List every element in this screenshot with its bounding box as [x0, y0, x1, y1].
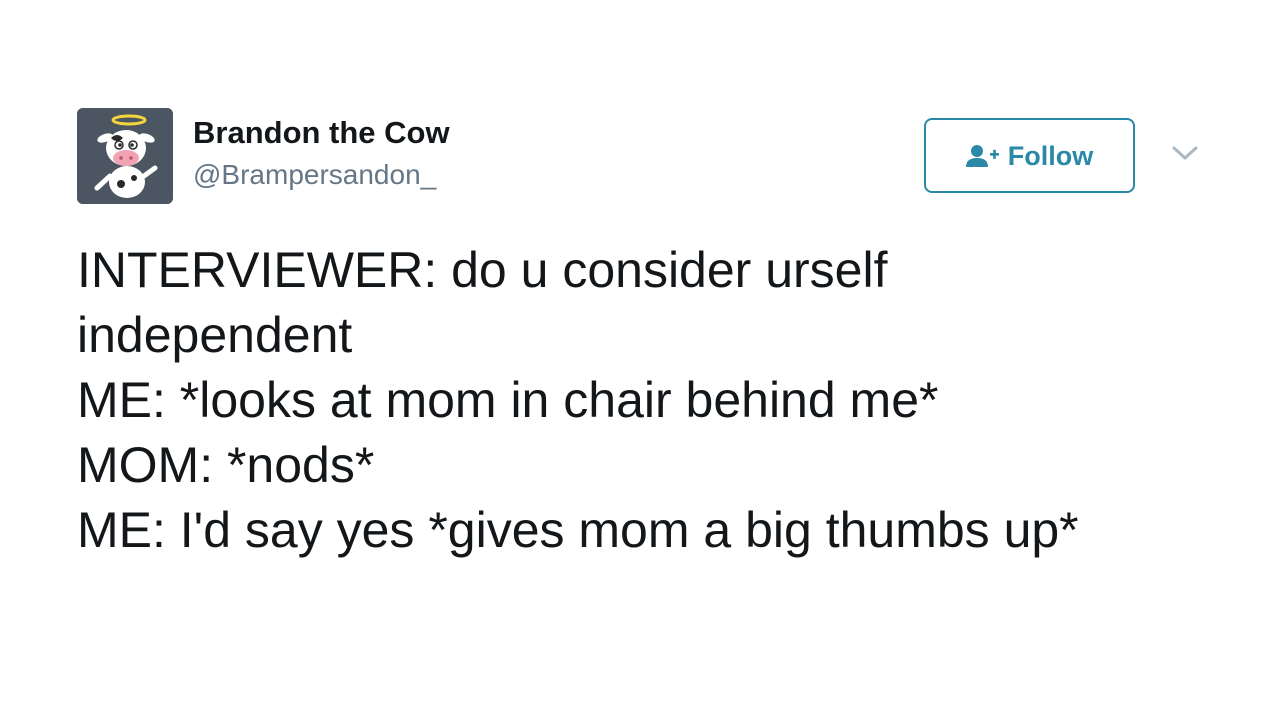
tweet-card: Brandon the Cow @Brampersandon_ Follow I… — [0, 0, 1280, 720]
avatar[interactable] — [77, 108, 173, 204]
add-user-icon — [965, 144, 1000, 168]
chevron-down-icon[interactable] — [1171, 143, 1199, 163]
follow-button[interactable]: Follow — [924, 118, 1135, 193]
follow-button-label: Follow — [1007, 140, 1094, 171]
tweet-text: INTERVIEWER: do u consider urself indepe… — [77, 238, 1247, 563]
tweet-text-line: ME: *looks at mom in chair behind me* — [77, 372, 939, 428]
tweet-text-line: MOM: *nods* — [77, 437, 375, 493]
tweet-text-line: ME: I'd say yes *gives mom a big thumbs … — [77, 502, 1079, 558]
cow-avatar-icon — [77, 108, 173, 204]
tweet-text-line: independent — [77, 307, 353, 363]
author-name[interactable]: Brandon the Cow — [193, 113, 450, 153]
author-handle[interactable]: @Brampersandon_ — [193, 157, 436, 193]
tweet-text-line: INTERVIEWER: do u consider urself — [77, 242, 888, 298]
